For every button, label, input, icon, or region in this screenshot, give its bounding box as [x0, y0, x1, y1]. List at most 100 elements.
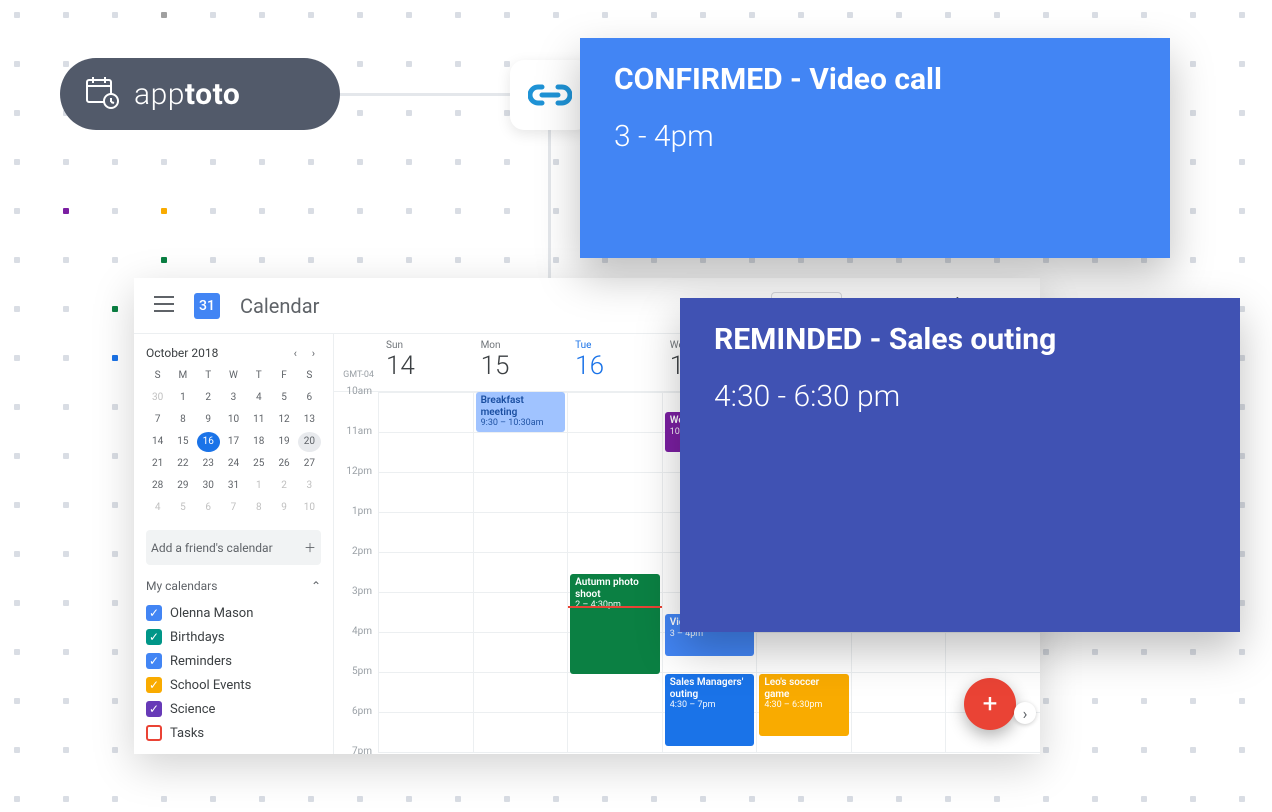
- minical-day[interactable]: 6: [298, 388, 321, 408]
- minical-day[interactable]: 23: [197, 454, 220, 474]
- minical-day[interactable]: 8: [247, 498, 270, 518]
- minical-next[interactable]: ›: [306, 341, 321, 366]
- apptoto-badge: apptoto: [60, 58, 340, 130]
- calendar-event[interactable]: Breakfast meeting9:30 – 10:30am: [476, 392, 566, 432]
- minical-day[interactable]: 22: [171, 454, 194, 474]
- calendar-row[interactable]: Tasks: [146, 721, 321, 745]
- minical-day[interactable]: 28: [146, 476, 169, 496]
- calendar-checkbox[interactable]: ✓: [146, 629, 162, 645]
- minical-day[interactable]: 18: [247, 432, 270, 452]
- calendar-label: Birthdays: [170, 630, 225, 645]
- minical-day[interactable]: 1: [247, 476, 270, 496]
- minical-dow: M: [171, 366, 194, 386]
- minical-day[interactable]: 17: [222, 432, 245, 452]
- minical-dow: T: [197, 366, 220, 386]
- minical-day[interactable]: 24: [222, 454, 245, 474]
- minical-day[interactable]: 31: [222, 476, 245, 496]
- minical-dow: T: [247, 366, 270, 386]
- minical-day[interactable]: 16: [197, 432, 220, 452]
- day-column[interactable]: [378, 392, 473, 752]
- connector-vertical: [548, 130, 551, 280]
- calendar-row[interactable]: ✓ Birthdays: [146, 625, 321, 649]
- minical-day[interactable]: 7: [146, 410, 169, 430]
- hour-label: 4pm: [334, 626, 378, 666]
- minical-day[interactable]: 4: [247, 388, 270, 408]
- connector-horizontal: [340, 93, 510, 96]
- minical-day[interactable]: 19: [272, 432, 295, 452]
- minical-day[interactable]: 9: [272, 498, 295, 518]
- plus-icon: +: [983, 689, 998, 719]
- minical-day[interactable]: 8: [171, 410, 194, 430]
- day-header[interactable]: Tue16: [567, 334, 662, 391]
- minical-day[interactable]: 20: [298, 432, 321, 452]
- confirmed-time: 3 - 4pm: [614, 119, 1136, 154]
- hour-label: 3pm: [334, 586, 378, 626]
- calendar-checkbox[interactable]: ✓: [146, 701, 162, 717]
- expand-right-button[interactable]: ›: [1014, 702, 1036, 724]
- minical-day[interactable]: 3: [222, 388, 245, 408]
- minical-day[interactable]: 26: [272, 454, 295, 474]
- minical-day[interactable]: 6: [197, 498, 220, 518]
- minical-day[interactable]: 7: [222, 498, 245, 518]
- timezone-label: GMT-04: [334, 334, 378, 391]
- minical-day[interactable]: 30: [146, 388, 169, 408]
- minical-day[interactable]: 9: [197, 410, 220, 430]
- create-event-fab[interactable]: +: [964, 678, 1016, 730]
- minical-day[interactable]: 3: [298, 476, 321, 496]
- day-header[interactable]: Sun14: [378, 334, 473, 391]
- minical-day[interactable]: 2: [272, 476, 295, 496]
- day-number: 15: [481, 351, 560, 381]
- minical-day[interactable]: 1: [171, 388, 194, 408]
- plus-icon: ＋: [304, 539, 316, 556]
- link-icon: [528, 81, 572, 109]
- calendar-row[interactable]: ✓ School Events: [146, 673, 321, 697]
- event-title: Leo's soccer game: [764, 677, 844, 700]
- minical-day[interactable]: 29: [171, 476, 194, 496]
- minical-grid[interactable]: SMTWTFS301234567891011121314151617181920…: [146, 366, 321, 518]
- day-column[interactable]: Autumn photo shoot2 – 4:30pm: [567, 392, 662, 752]
- calendar-event[interactable]: Sales Managers' outing4:30 – 7pm: [665, 674, 755, 746]
- day-column[interactable]: Breakfast meeting9:30 – 10:30am: [473, 392, 568, 752]
- minical-day[interactable]: 5: [272, 388, 295, 408]
- calendar-checkbox[interactable]: ✓: [146, 677, 162, 693]
- minical-day[interactable]: 30: [197, 476, 220, 496]
- minical-day[interactable]: 10: [298, 498, 321, 518]
- calendar-checkbox[interactable]: ✓: [146, 653, 162, 669]
- day-of-week: Mon: [481, 340, 560, 351]
- my-calendars-toggle[interactable]: My calendars ⌃: [146, 579, 321, 593]
- day-header[interactable]: Mon15: [473, 334, 568, 391]
- calendar-row[interactable]: ✓ Reminders: [146, 649, 321, 673]
- menu-icon[interactable]: [148, 290, 180, 322]
- minical-day[interactable]: 11: [247, 410, 270, 430]
- calendar-event[interactable]: Autumn photo shoot2 – 4:30pm: [570, 574, 660, 674]
- add-friend-calendar[interactable]: Add a friend's calendar ＋: [146, 530, 321, 565]
- calendar-row[interactable]: ✓Science: [146, 697, 321, 721]
- minical-day[interactable]: 15: [171, 432, 194, 452]
- day-of-week: Sun: [386, 340, 465, 351]
- calendar-checkbox[interactable]: ✓: [146, 605, 162, 621]
- minical-day[interactable]: 21: [146, 454, 169, 474]
- minical-day[interactable]: 2: [197, 388, 220, 408]
- apptoto-wordmark: apptoto: [134, 77, 240, 112]
- minical-day[interactable]: 14: [146, 432, 169, 452]
- calendar-label: Reminders: [170, 654, 232, 669]
- add-friend-label: Add a friend's calendar: [151, 541, 273, 555]
- confirmed-card: CONFIRMED - Video call 3 - 4pm: [580, 38, 1170, 258]
- minical-day[interactable]: 4: [146, 498, 169, 518]
- calendar-checkbox[interactable]: [146, 725, 162, 741]
- gcal-sidebar: October 2018 ‹ › SMTWTFS3012345678910111…: [134, 334, 334, 754]
- minical-day[interactable]: 13: [298, 410, 321, 430]
- day-number: 14: [386, 351, 465, 381]
- minical-day[interactable]: 5: [171, 498, 194, 518]
- minical-day[interactable]: 12: [272, 410, 295, 430]
- event-time: 4:30 – 6:30pm: [764, 700, 844, 710]
- calendar-event[interactable]: Leo's soccer game4:30 – 6:30pm: [759, 674, 849, 736]
- calendar-row[interactable]: ✓Olenna Mason: [146, 601, 321, 625]
- minical-dow: S: [146, 366, 169, 386]
- minical-day[interactable]: 27: [298, 454, 321, 474]
- minical-prev[interactable]: ‹: [288, 341, 303, 366]
- minical-day[interactable]: 25: [247, 454, 270, 474]
- minical-day[interactable]: 10: [222, 410, 245, 430]
- calendar-label: School Events: [170, 678, 251, 693]
- minical-dow: W: [222, 366, 245, 386]
